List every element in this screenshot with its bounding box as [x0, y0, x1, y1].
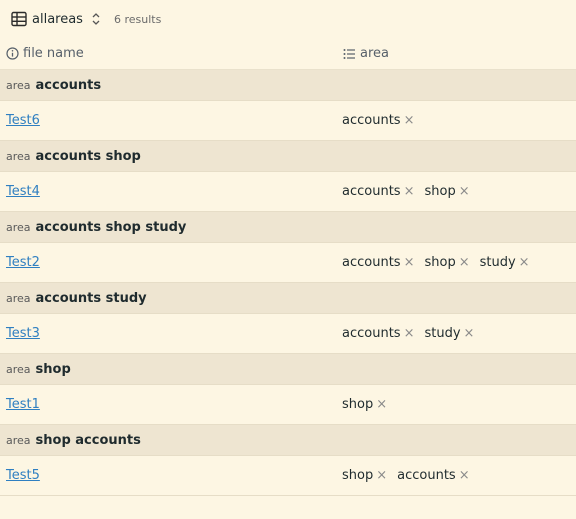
file-link[interactable]: Test4 — [6, 184, 40, 199]
area-cell: accounts × shop × study × — [336, 255, 540, 270]
area-tag: shop × — [424, 184, 469, 199]
area-tag-label: shop — [342, 397, 374, 412]
table-row: Test2 accounts × shop × study × — [0, 243, 576, 283]
remove-tag-icon[interactable]: × — [404, 255, 415, 270]
file-name-cell: Test1 — [0, 397, 336, 412]
file-link[interactable]: Test3 — [6, 326, 40, 341]
remove-tag-icon[interactable]: × — [404, 113, 415, 128]
area-tag: accounts × — [342, 184, 414, 199]
area-tag-label: accounts — [342, 184, 401, 199]
file-link[interactable]: Test5 — [6, 468, 40, 483]
group-label: area — [6, 291, 31, 305]
area-tag-label: study — [479, 255, 516, 270]
area-cell: accounts × — [336, 113, 424, 128]
area-tag-label: shop — [424, 255, 456, 270]
view-name[interactable]: allareas — [32, 12, 83, 27]
area-tag: shop × — [424, 255, 469, 270]
remove-tag-icon[interactable]: × — [459, 255, 470, 270]
group-label: area — [6, 362, 31, 376]
group-header: area accounts shop — [0, 141, 576, 172]
remove-tag-icon[interactable]: × — [459, 184, 470, 199]
chevron-updown-icon[interactable] — [91, 12, 101, 26]
group-header: area shop — [0, 354, 576, 385]
file-link[interactable]: Test6 — [6, 113, 40, 128]
table-row: Test6 accounts × — [0, 101, 576, 141]
area-tag: shop × — [342, 468, 387, 483]
file-link[interactable]: Test1 — [6, 397, 40, 412]
remove-tag-icon[interactable]: × — [376, 468, 387, 483]
group-header: area accounts shop study — [0, 212, 576, 243]
toolbar: allareas 6 results — [0, 0, 576, 38]
table-row: Test3 accounts × study × — [0, 314, 576, 354]
remove-tag-icon[interactable]: × — [376, 397, 387, 412]
area-tag-label: accounts — [342, 113, 401, 128]
area-tag-label: accounts — [342, 326, 401, 341]
column-header-area[interactable]: area — [336, 46, 389, 61]
column-label-area: area — [360, 46, 389, 61]
group-label: area — [6, 149, 31, 163]
info-icon — [6, 47, 19, 60]
file-name-cell: Test5 — [0, 468, 336, 483]
group-value: accounts shop study — [35, 219, 187, 235]
remove-tag-icon[interactable]: × — [459, 468, 470, 483]
group-value: accounts study — [35, 290, 147, 306]
group-label: area — [6, 433, 31, 447]
results-count: 6 results — [113, 12, 162, 26]
file-name-cell: Test2 — [0, 255, 336, 270]
file-name-cell: Test6 — [0, 113, 336, 128]
area-tag-label: shop — [424, 184, 456, 199]
area-cell: accounts × study × — [336, 326, 484, 341]
area-tag: accounts × — [397, 468, 469, 483]
remove-tag-icon[interactable]: × — [519, 255, 530, 270]
group-label: area — [6, 78, 31, 92]
area-cell: accounts × shop × — [336, 184, 480, 199]
remove-tag-icon[interactable]: × — [404, 326, 415, 341]
area-tag: accounts × — [342, 113, 414, 128]
area-tag: accounts × — [342, 255, 414, 270]
table-row: Test4 accounts × shop × — [0, 172, 576, 212]
group-value: shop — [35, 361, 71, 377]
file-link[interactable]: Test2 — [6, 255, 40, 270]
list-icon — [343, 48, 356, 60]
group-value: accounts — [35, 77, 102, 93]
remove-tag-icon[interactable]: × — [464, 326, 475, 341]
file-name-cell: Test3 — [0, 326, 336, 341]
table-body: area accounts Test6 accounts × area accounts s… — [0, 70, 576, 496]
area-tag-label: accounts — [342, 255, 401, 270]
table-icon — [11, 11, 27, 27]
group-header: area shop accounts — [0, 425, 576, 456]
table-header: file name area — [0, 38, 576, 70]
group-value: shop accounts — [35, 432, 141, 448]
remove-tag-icon[interactable]: × — [404, 184, 415, 199]
column-label-file-name: file name — [23, 46, 84, 61]
area-tag: study × — [480, 255, 530, 270]
area-tag: study × — [424, 326, 474, 341]
group-value: accounts shop — [35, 148, 141, 164]
column-header-file-name[interactable]: file name — [0, 46, 336, 61]
group-label: area — [6, 220, 31, 234]
table-row: Test1 shop × — [0, 385, 576, 425]
area-cell: shop × — [336, 397, 397, 412]
area-tag-label: shop — [342, 468, 374, 483]
area-tag-label: accounts — [397, 468, 456, 483]
area-tag: accounts × — [342, 326, 414, 341]
area-tag: shop × — [342, 397, 387, 412]
table-row: Test5 shop × accounts × — [0, 456, 576, 496]
area-cell: shop × accounts × — [336, 468, 480, 483]
area-tag-label: study — [424, 326, 461, 341]
file-name-cell: Test4 — [0, 184, 336, 199]
group-header: area accounts — [0, 70, 576, 101]
group-header: area accounts study — [0, 283, 576, 314]
